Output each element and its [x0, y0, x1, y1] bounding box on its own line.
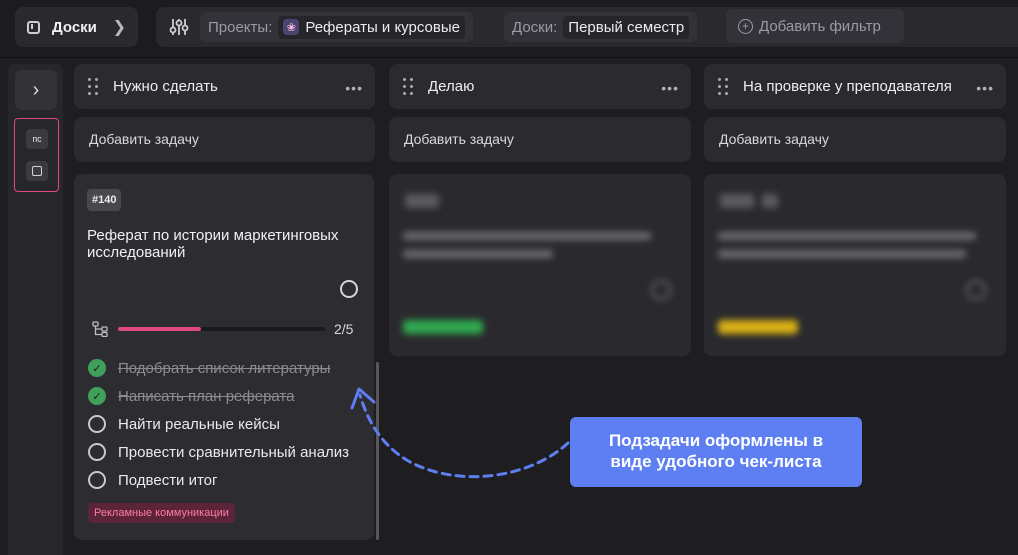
filter-value-box: ❀ Рефераты и курсовые: [278, 15, 465, 39]
rail-group: пс: [14, 118, 59, 192]
plus-circle-icon: +: [738, 18, 753, 34]
subtask-progress-bar: [118, 327, 325, 331]
column-header-review: На проверке у преподавателя •••: [704, 64, 1006, 109]
blurred-task-card[interactable]: [389, 174, 691, 356]
blurred-content: [389, 174, 691, 356]
task-title: Реферат по истории маркетинговых исследо…: [87, 227, 339, 261]
drag-handle-icon[interactable]: [403, 78, 413, 96]
left-rail: › пс: [8, 64, 63, 555]
callout-box: Подзадачи оформлены в виде удобного чек-…: [570, 417, 862, 487]
column-header-todo: Нужно сделать •••: [74, 64, 375, 109]
chevron-right-icon: ›: [32, 78, 40, 101]
check-done-icon[interactable]: ✓: [88, 387, 106, 405]
more-options-icon[interactable]: •••: [345, 80, 363, 96]
blurred-circle: [966, 280, 986, 300]
add-filter-label: Добавить фильтр: [759, 17, 881, 35]
filter-key: Проекты:: [208, 18, 273, 36]
project-flower-icon: ❀: [283, 19, 300, 35]
drag-handle-icon[interactable]: [718, 78, 728, 96]
subtask-text: Провести сравнительный анализ: [118, 443, 350, 461]
add-filter-button[interactable]: + Добавить фильтр: [726, 9, 904, 43]
column-header-doing: Делаю •••: [389, 64, 691, 109]
subtask-item[interactable]: Найти реальные кейсы: [88, 410, 349, 438]
blurred-text: [403, 232, 651, 240]
expand-sidebar-button[interactable]: ›: [15, 70, 57, 110]
filter-key: Доски:: [512, 18, 558, 36]
callout-line: виде удобного чек-листа: [610, 452, 822, 471]
subtask-item[interactable]: Подвести итог: [88, 466, 349, 494]
subtask-text: Написать план реферата: [118, 387, 295, 405]
subtask-checklist: ✓ Подобрать список литературы ✓ Написать…: [88, 354, 349, 494]
task-tag[interactable]: Рекламные коммуникации: [88, 503, 235, 523]
column-title: Нужно сделать: [113, 78, 218, 95]
column-title: Делаю: [428, 78, 475, 95]
add-task-button[interactable]: Добавить задачу: [704, 117, 1006, 162]
blurred-text: [718, 250, 966, 258]
task-card[interactable]: #140 Реферат по истории маркетинговых ис…: [74, 174, 374, 540]
blurred-task-card[interactable]: [704, 174, 1006, 356]
column-title: На проверке у преподавателя: [743, 78, 952, 95]
rail-item-ps[interactable]: пс: [26, 129, 48, 149]
filter-value: Первый семестр: [568, 18, 685, 36]
subtask-progress-fill: [118, 327, 201, 331]
filter-value-box: Первый семестр: [563, 15, 690, 39]
callout-line: Подзадачи оформлены в: [608, 431, 824, 450]
task-id-badge: #140: [87, 189, 122, 211]
subtask-text: Подобрать список литературы: [118, 359, 331, 377]
check-done-icon[interactable]: ✓: [88, 359, 106, 377]
subtask-item[interactable]: Провести сравнительный анализ: [88, 438, 349, 466]
blurred-content: [704, 174, 1006, 356]
subtask-item[interactable]: ✓ Написать план реферата: [88, 382, 349, 410]
boards-switcher-button[interactable]: Доски ❯: [15, 7, 138, 47]
more-options-icon[interactable]: •••: [661, 80, 679, 96]
filter-sliders-icon[interactable]: [168, 16, 190, 38]
blurred-tag: [403, 320, 483, 334]
blurred-text: [403, 250, 553, 258]
check-empty-icon[interactable]: [88, 415, 106, 433]
blurred-text: [718, 232, 976, 240]
board-icon: [27, 20, 40, 34]
subtask-item[interactable]: ✓ Подобрать список литературы: [88, 354, 349, 382]
check-empty-icon[interactable]: [88, 443, 106, 461]
add-task-button[interactable]: Добавить задачу: [74, 117, 375, 162]
blurred-id: [720, 194, 754, 208]
filter-bar: Проекты: ❀ Рефераты и курсовые Доски: Пе…: [156, 7, 1018, 47]
filter-chip-projects[interactable]: Проекты: ❀ Рефераты и курсовые: [200, 12, 473, 42]
complete-task-toggle[interactable]: [340, 280, 358, 298]
boards-label: Доски: [52, 18, 97, 36]
add-task-button[interactable]: Добавить задачу: [389, 117, 691, 162]
blurred-id: [762, 194, 778, 208]
filter-chip-boards[interactable]: Доски: Первый семестр: [504, 12, 698, 42]
subtasks-tree-icon: [92, 321, 108, 337]
board-square-icon: [32, 166, 42, 176]
check-empty-icon[interactable]: [88, 471, 106, 489]
subtask-text: Подвести итог: [118, 471, 218, 489]
top-bar: Доски ❯ Проекты: ❀ Рефераты и курсовые Д…: [0, 0, 1018, 58]
more-options-icon[interactable]: •••: [976, 80, 994, 96]
subtask-progress-count: 2/5: [334, 321, 354, 337]
drag-handle-icon[interactable]: [88, 78, 98, 96]
blurred-tag: [718, 320, 798, 334]
chevron-right-icon: ❯: [112, 19, 126, 36]
rail-item-board[interactable]: [26, 161, 48, 181]
blurred-circle: [651, 280, 671, 300]
callout-arrow: [350, 387, 570, 479]
blurred-id: [405, 194, 439, 208]
subtask-text: Найти реальные кейсы: [118, 415, 280, 433]
filter-value: Рефераты и курсовые: [305, 18, 460, 36]
